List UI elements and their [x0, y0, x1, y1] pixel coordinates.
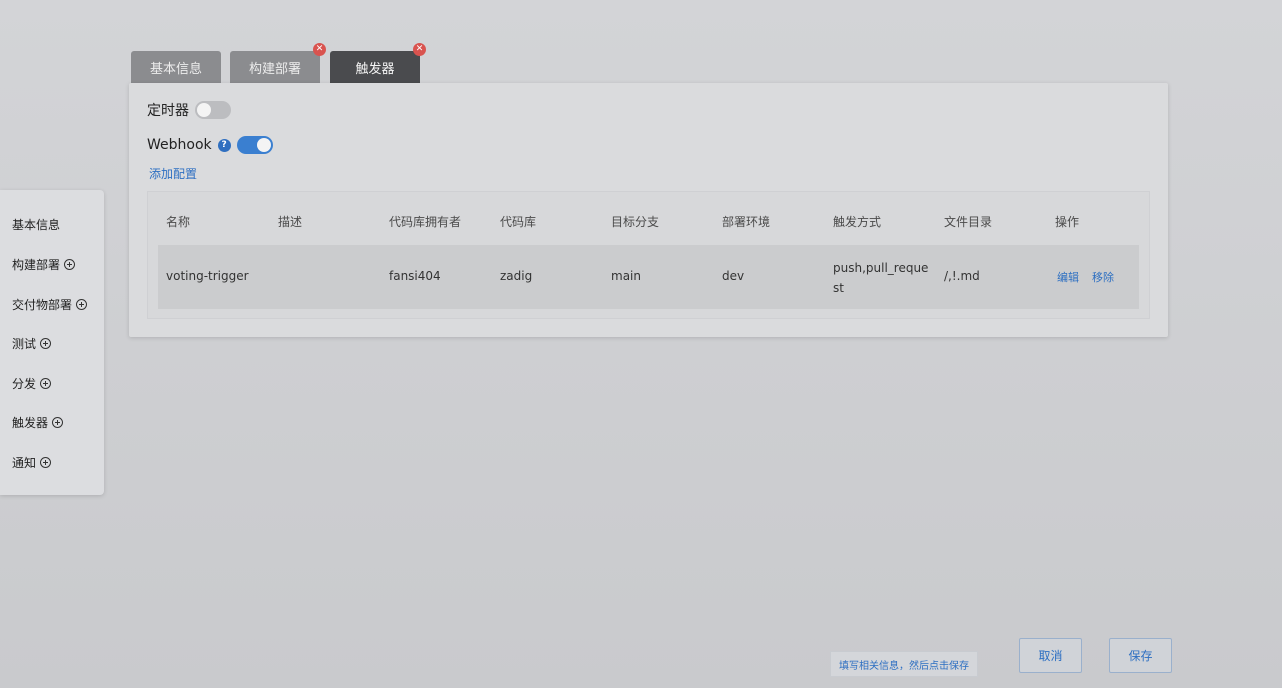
- sidebar-item-label: 基本信息: [12, 218, 61, 232]
- remove-button[interactable]: 移除: [1092, 269, 1114, 285]
- sidebar-item-notify[interactable]: 通知: [12, 454, 52, 471]
- close-icon[interactable]: ✕: [313, 43, 326, 56]
- add-circle-icon[interactable]: [52, 417, 64, 428]
- tab-label: 构建部署: [248, 61, 301, 77]
- sidebar-item-label: 构建部署: [12, 258, 61, 272]
- column-header: 触发方式: [833, 215, 882, 229]
- help-icon[interactable]: ?: [217, 138, 231, 152]
- column-header: 文件目录: [944, 215, 993, 229]
- tab-label: 基本信息: [149, 61, 202, 77]
- sidebar-item-label: 触发器: [12, 416, 49, 430]
- column-header: 部署环境: [722, 215, 771, 229]
- add-circle-icon[interactable]: [40, 457, 52, 468]
- add-circle-icon[interactable]: [40, 378, 52, 389]
- add-circle-icon[interactable]: [76, 299, 88, 310]
- close-icon[interactable]: ✕: [413, 43, 426, 56]
- edit-button[interactable]: 编辑: [1057, 269, 1079, 285]
- save-button[interactable]: 保存: [1109, 638, 1172, 673]
- webhook-row: Webhook ?: [147, 136, 273, 154]
- cell-name: voting-trigger: [166, 269, 249, 283]
- sidebar-item-label: 交付物部署: [12, 298, 73, 312]
- save-hint: 填写相关信息，然后点击保存: [830, 651, 978, 677]
- tab-build-deploy[interactable]: 构建部署 ✕: [230, 43, 326, 83]
- sidebar-item-basic-info[interactable]: 基本信息: [12, 216, 60, 233]
- column-header: 代码库拥有者: [389, 215, 462, 229]
- webhook-label: Webhook: [147, 137, 212, 153]
- column-header: 目标分支: [611, 215, 660, 229]
- cell-env: dev: [722, 269, 745, 283]
- cancel-button[interactable]: 取消: [1019, 638, 1082, 673]
- column-header: 名称: [166, 215, 191, 229]
- timer-row: 定时器: [147, 100, 231, 120]
- toggle-knob: [256, 138, 271, 152]
- sidebar-item-test[interactable]: 测试: [12, 335, 52, 352]
- cell-files: /,!.md: [944, 269, 980, 283]
- table-row: voting-trigger fansi404 zadig main dev p…: [158, 245, 1139, 309]
- trigger-panel: 定时器 Webhook ? 添加配置 名称 描述 代码库拥有者 代码库 目标分支…: [129, 83, 1168, 337]
- sidebar-item-label: 通知: [12, 456, 37, 470]
- add-circle-icon[interactable]: [64, 259, 76, 270]
- sidebar-item-build-deploy[interactable]: 构建部署: [12, 256, 76, 273]
- sidebar-item-trigger[interactable]: 触发器: [12, 414, 64, 431]
- add-circle-icon[interactable]: [40, 338, 52, 349]
- column-header: 描述: [278, 215, 303, 229]
- webhook-table: 名称 描述 代码库拥有者 代码库 目标分支 部署环境 触发方式 文件目录 操作 …: [147, 191, 1150, 319]
- sidebar-item-artifact-deploy[interactable]: 交付物部署: [12, 296, 88, 313]
- cell-repo: zadig: [500, 269, 533, 283]
- timer-toggle[interactable]: [195, 101, 231, 119]
- tab-basic-info[interactable]: 基本信息: [131, 51, 221, 83]
- sidebar-item-label: 测试: [12, 337, 37, 351]
- timer-label: 定时器: [147, 103, 189, 119]
- tab-trigger[interactable]: 触发器 ✕: [330, 43, 426, 83]
- sidebar-item-distribute[interactable]: 分发: [12, 375, 52, 392]
- column-header: 操作: [1055, 215, 1080, 229]
- webhook-toggle[interactable]: [236, 136, 273, 154]
- toggle-knob: [197, 103, 211, 117]
- table-header: 名称 描述 代码库拥有者 代码库 目标分支 部署环境 触发方式 文件目录 操作: [158, 210, 1139, 234]
- column-header: 代码库: [500, 215, 537, 229]
- add-config-link[interactable]: 添加配置: [149, 165, 197, 182]
- cell-trigger: push,pull_request: [833, 261, 929, 295]
- tab-label: 触发器: [355, 61, 395, 77]
- stage-sidebar: 基本信息 构建部署 交付物部署 测试 分发 触发器 通知: [0, 190, 104, 495]
- cell-owner: fansi404: [389, 269, 441, 283]
- cell-branch: main: [611, 269, 641, 283]
- sidebar-item-label: 分发: [12, 377, 37, 391]
